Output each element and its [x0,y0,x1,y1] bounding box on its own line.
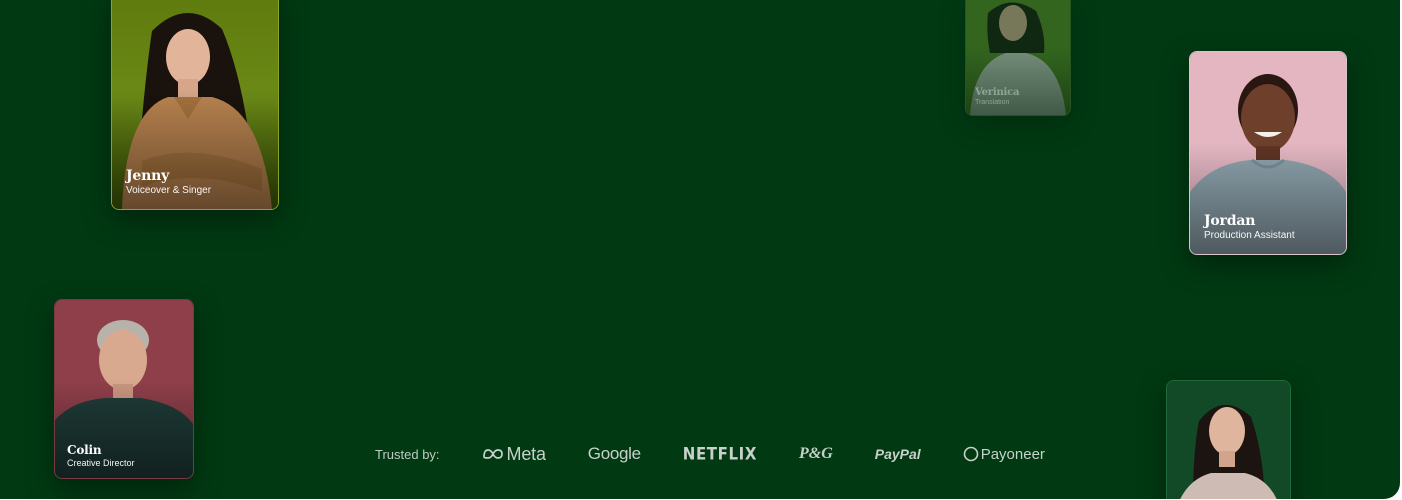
logo-meta-text: Meta [506,443,546,464]
profile-role: Creative Director [67,458,135,468]
profile-card-partial[interactable] [1166,380,1291,499]
logo-paypal: PayPal [874,446,921,462]
profile-role: Production Assistant [1204,230,1295,241]
payoneer-circle-icon [963,446,979,462]
logo-pg: P&G [798,445,833,462]
logo-netflix: NETFLIX [682,444,757,464]
profile-card-jordan[interactable]: Jordan Production Assistant [1189,51,1347,255]
profile-card-verinica[interactable]: Verinica Translation [965,0,1071,116]
logo-google: Google [587,444,641,463]
logo-payoneer-text: Payoneer [980,445,1045,463]
trusted-by-label: Trusted by: [375,446,440,462]
profile-card-jenny[interactable]: Jenny Voiceover & Singer [111,0,279,210]
meta-infinity-icon [482,449,503,459]
profile-caption: Verinica Translation [975,87,1020,107]
profile-caption: Jordan Production Assistant [1204,213,1295,242]
profile-caption: Colin Creative Director [67,443,135,469]
trusted-by-strip: Trusted by: Meta Google NETFLIX P&G PayP… [375,436,1045,472]
profile-role: Voiceover & Singer [126,185,212,196]
partial-portrait-image [1167,381,1290,499]
profile-role: Translation [975,99,1010,106]
profile-name: Verinica [975,87,1020,98]
profile-caption: Jenny Voiceover & Singer [126,168,211,197]
profile-card-colin[interactable]: Colin Creative Director [54,299,194,479]
logo-meta: Meta [482,444,546,465]
logo-payoneer: Payoneer [963,446,1045,463]
profile-name: Jordan [1204,213,1256,229]
hero-section: Jenny Voiceover & Singer Verinica Transl… [0,0,1400,499]
profile-name: Jenny [126,168,170,184]
profile-name: Colin [67,443,102,457]
